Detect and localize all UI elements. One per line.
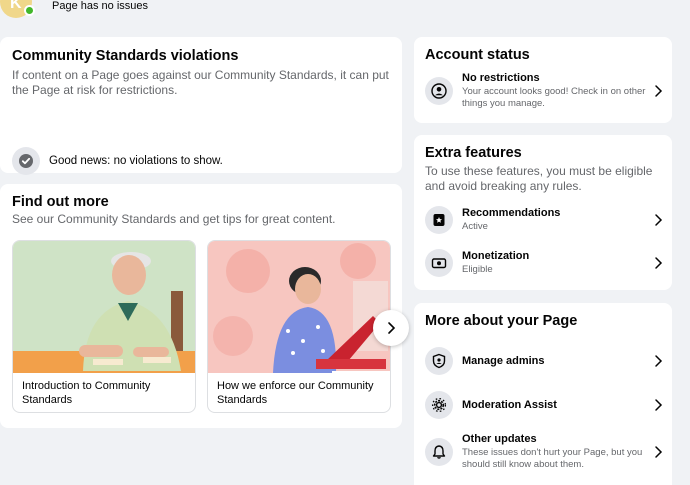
chevron-right-icon: [655, 85, 663, 97]
moderation-assist-row[interactable]: Moderation Assist: [425, 391, 665, 419]
more-about-title: More about your Page: [425, 313, 578, 329]
avatar-letter: K: [10, 0, 22, 12]
gear-icon: [425, 391, 453, 419]
find-out-more-title: Find out more: [12, 194, 109, 210]
account-status-card: Account status No restrictions Your acco…: [414, 37, 672, 123]
chevron-right-icon: [655, 399, 663, 411]
extra-features-card: Extra features To use these features, yo…: [414, 135, 672, 290]
carousel-next-button[interactable]: [373, 310, 409, 346]
account-status-meta: Your account looks good! Check in on oth…: [462, 86, 646, 109]
person-icon: [425, 77, 453, 105]
avatar[interactable]: K: [0, 0, 35, 18]
find-out-more-description: See our Community Standards and get tips…: [12, 212, 336, 226]
article-card-enforce[interactable]: How we enforce our Community Standards: [207, 240, 391, 413]
good-news-row: Good news: no violations to show.: [12, 147, 223, 175]
chevron-right-icon: [655, 355, 663, 367]
account-status-label: No restrictions: [462, 72, 540, 84]
violations-title: Community Standards violations: [12, 48, 239, 64]
monetization-row[interactable]: Monetization Eligible: [425, 249, 665, 277]
other-updates-meta: These issues don't hurt your Page, but y…: [462, 447, 643, 470]
article-card-intro[interactable]: Introduction to Community Standards: [12, 240, 196, 413]
check-circle-icon: [12, 147, 40, 175]
bell-icon: [425, 438, 453, 466]
monetization-label: Monetization: [462, 250, 530, 262]
chevron-right-icon: [655, 214, 663, 226]
monetization-status: Eligible: [462, 264, 493, 275]
recommendations-status: Active: [462, 221, 488, 232]
article-illustration-elderly-man: [13, 241, 195, 373]
account-status-title: Account status: [425, 47, 530, 63]
shield-icon: [425, 347, 453, 375]
status-dot-icon: [24, 5, 35, 16]
money-icon: [425, 249, 453, 277]
find-out-more-card: Find out more See our Community Standard…: [0, 184, 409, 428]
page-status-text: Page has no issues: [52, 0, 149, 12]
article-caption: Introduction to Community Standards: [22, 380, 151, 406]
article-caption: How we enforce our Community Standards: [217, 380, 374, 406]
chevron-right-icon: [655, 446, 663, 458]
top-strip: K Page has no issues: [0, 0, 690, 18]
moderation-assist-label: Moderation Assist: [462, 399, 557, 411]
recommendation-icon: [425, 206, 453, 234]
other-updates-row[interactable]: Other updates These issues don't hurt yo…: [425, 433, 665, 471]
article-illustration-woman-laptop: [208, 241, 390, 373]
manage-admins-label: Manage admins: [462, 355, 545, 367]
recommendations-label: Recommendations: [462, 207, 561, 219]
chevron-right-icon: [388, 322, 396, 334]
recommendations-row[interactable]: Recommendations Active: [425, 206, 665, 234]
extra-features-title: Extra features: [425, 145, 522, 161]
violations-card: Community Standards violations If conten…: [0, 37, 402, 175]
extra-features-description: To use these features, you must be eligi…: [425, 164, 653, 193]
more-about-card: More about your Page Manage admins Moder…: [414, 303, 672, 485]
account-status-row[interactable]: No restrictions Your account looks good!…: [425, 72, 665, 110]
chevron-right-icon: [655, 257, 663, 269]
good-news-text: Good news: no violations to show.: [49, 155, 223, 167]
violations-description: If content on a Page goes against our Co…: [12, 68, 389, 97]
other-updates-label: Other updates: [462, 433, 537, 445]
manage-admins-row[interactable]: Manage admins: [425, 347, 665, 375]
